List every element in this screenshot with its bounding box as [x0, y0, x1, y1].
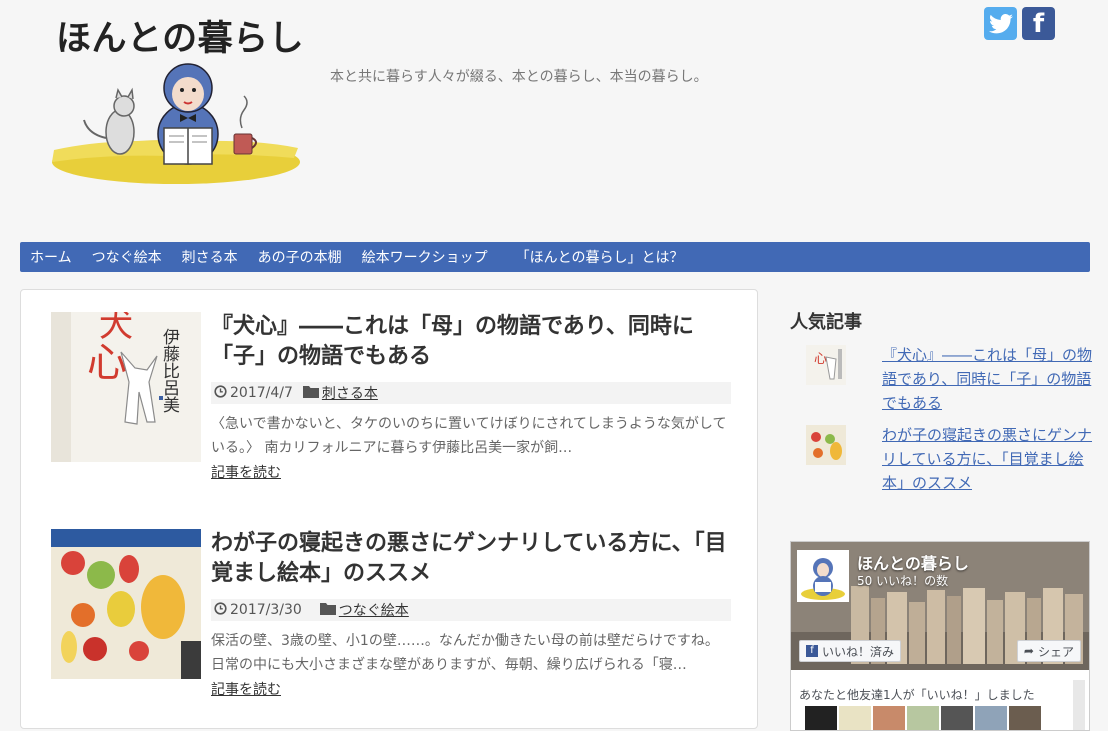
facebook-page-avatar[interactable] [797, 550, 849, 602]
clock-icon [214, 384, 227, 402]
post-thumbnail[interactable] [51, 529, 201, 679]
nav-item-sasaru-hon[interactable]: 刺さる本 [172, 247, 248, 267]
post-thumbnail[interactable]: 犬 心 伊藤比呂美 [51, 312, 201, 462]
post-meta: 2017/3/30 つなぐ絵本 [211, 599, 731, 621]
facebook-like-count: 50 いいね！の数 [857, 574, 949, 588]
facebook-friend-faces [805, 706, 1041, 730]
popular-posts-heading: 人気記事 [790, 312, 862, 333]
facebook-icon[interactable]: f [1022, 7, 1055, 40]
svg-text:心: 心 [814, 352, 827, 367]
popular-post-link[interactable]: わが子の寝起きの悪さにゲンナリしている方に、「目覚まし絵本」のススメ [882, 423, 1092, 495]
book-author: 伊藤比呂美 [159, 328, 180, 413]
facebook-share-button[interactable]: ➦ シェア [1016, 640, 1081, 662]
popular-post-link[interactable]: 『犬心』――これは「母」の物語であり、同時に「子」の物語でもある [882, 343, 1092, 415]
facebook-page-widget: ほんとの暮らし 50 いいね！の数 f いいね！済み ➦ シェア あなたと他友達… [790, 541, 1090, 731]
main-navigation: ホーム つなぐ絵本 刺さる本 あの子の本棚 絵本ワークショップ 「ほんとの暮らし… [20, 242, 1090, 272]
facebook-friends-text: あなたと他友達1人が「いいね！」しました [799, 688, 1035, 702]
post-body: 『犬心』――これは「母」の物語であり、同時に「子」の物語でもある 2017/4/… [211, 312, 731, 482]
monkey-reading-figure [157, 63, 219, 165]
read-more-link[interactable]: 記事を読む [211, 679, 281, 699]
nav-item-about[interactable]: 「ほんとの暮らし」とは？ [506, 247, 694, 267]
read-more-link[interactable]: 記事を読む [211, 462, 281, 482]
site-title[interactable]: ほんとの暮らし [56, 10, 304, 61]
post-category-link[interactable]: 刺さる本 [322, 383, 378, 403]
clock-icon [214, 601, 227, 619]
site-logo-illustration[interactable] [48, 62, 300, 188]
post-list: 犬 心 伊藤比呂美 『犬心』――これは「母」の物語であり、同時に「子」の物語でも… [20, 289, 758, 729]
folder-icon [302, 385, 319, 402]
facebook-liked-label: いいね！済み [822, 644, 895, 659]
facebook-page-name[interactable]: ほんとの暮らし [857, 550, 969, 574]
post-excerpt: 〈急いで書かないと、タケのいのちに置いてけぼりにされてしまうような気がしている。… [211, 416, 727, 456]
nav-item-ehon-workshop[interactable]: 絵本ワークショップ [352, 247, 498, 267]
widget-scrollbar[interactable] [1073, 680, 1085, 730]
popular-post-thumbnail[interactable] [806, 425, 846, 465]
friend-avatar[interactable] [805, 706, 837, 730]
post-title[interactable]: 『犬心』――これは「母」の物語であり、同時に「子」の物語でもある [211, 312, 731, 372]
folder-icon [319, 602, 336, 619]
post-date: 2017/3/30 [230, 602, 302, 618]
popular-post-thumbnail[interactable]: 心 [806, 345, 846, 385]
facebook-f-glyph: f [1032, 8, 1045, 39]
post-title[interactable]: わが子の寝起きの悪さにゲンナリしている方に、「目覚まし絵本」のススメ [211, 529, 731, 589]
post-category-link[interactable]: つなぐ絵本 [339, 600, 409, 620]
facebook-small-icon: f [806, 645, 818, 657]
nav-item-anoko-no-hondana[interactable]: あの子の本棚 [248, 247, 352, 267]
post-meta: 2017/4/7 刺さる本 [211, 382, 731, 404]
friend-avatar[interactable] [975, 706, 1007, 730]
post-date: 2017/4/7 [230, 385, 293, 401]
site-tagline: 本と共に暮らす人々が綴る、本との暮らし、本当の暮らし。 [330, 69, 708, 85]
friend-avatar[interactable] [839, 706, 871, 730]
nav-item-home[interactable]: ホーム [20, 247, 82, 267]
friend-avatar[interactable] [941, 706, 973, 730]
nav-item-tsunagu-ehon[interactable]: つなぐ絵本 [82, 247, 172, 267]
friend-avatar[interactable] [907, 706, 939, 730]
twitter-icon[interactable] [984, 7, 1017, 40]
facebook-liked-button[interactable]: f いいね！済み [799, 640, 902, 662]
facebook-share-label: シェア [1037, 644, 1074, 659]
post-excerpt: 保活の壁、3歳の壁、小1の壁……。なんだか働きたい母の前は壁だらけですね。日常の… [211, 633, 719, 673]
book-title-glyph-2: 心 [87, 340, 127, 386]
share-arrow-icon: ➦ [1023, 644, 1034, 658]
friend-avatar[interactable] [873, 706, 905, 730]
post-body: わが子の寝起きの悪さにゲンナリしている方に、「目覚まし絵本」のススメ 2017/… [211, 529, 731, 699]
friend-avatar[interactable] [1009, 706, 1041, 730]
